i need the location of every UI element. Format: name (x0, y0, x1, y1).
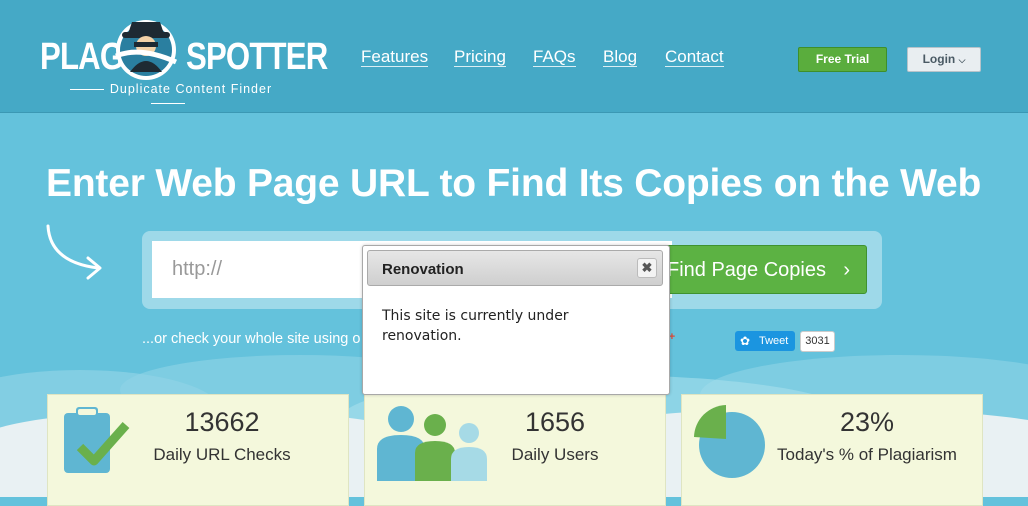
find-button-label: Find Page Copies (667, 259, 826, 281)
tweet-label: Tweet (759, 335, 789, 347)
check-whole-site-text: ...or check your whole site using o (142, 331, 361, 347)
login-button[interactable]: Login ⌵ (907, 47, 981, 72)
pie-chart-icon (694, 405, 765, 478)
stat-card-users: 1656 Daily Users (364, 394, 666, 506)
dialog-title: Renovation (382, 261, 464, 278)
clipboard-check-icon (64, 407, 130, 473)
stat-card-url-checks: 13662 Daily URL Checks (47, 394, 349, 506)
free-trial-button[interactable]: Free Trial (798, 47, 887, 72)
logo-tagline: Duplicate Content Finder (44, 82, 292, 110)
hero-title: Enter Web Page URL to Find Its Copies on… (46, 162, 982, 205)
spy-logo-icon (115, 20, 178, 80)
curved-arrow-icon (46, 224, 102, 280)
chevron-right-icon: › (843, 259, 850, 281)
tagline-rule-left (69, 89, 104, 91)
stat-value: 13662 (184, 407, 260, 437)
dialog-titlebar[interactable]: Renovation ✖ (367, 250, 663, 286)
stat-label: Daily Users (511, 445, 599, 464)
stat-value: 23% (839, 407, 895, 437)
nav-faqs[interactable]: FAQs (533, 48, 576, 67)
tweet-button[interactable]: ✿ Tweet (735, 331, 795, 351)
renovation-dialog: Renovation ✖ This site is currently unde… (362, 245, 670, 395)
users-icon (377, 406, 487, 481)
tweet-count: 3031 (800, 331, 835, 352)
stat-value: 1656 (524, 407, 586, 437)
dialog-message: This site is currently under renovation. (382, 308, 569, 344)
tagline-rule-right (151, 103, 185, 105)
nav-features[interactable]: Features (361, 48, 429, 67)
nav-contact[interactable]: Contact (665, 48, 724, 67)
find-page-copies-button[interactable]: Find Page Copies › (662, 245, 867, 294)
close-icon[interactable]: ✖ (637, 258, 657, 278)
nav-pricing[interactable]: Pricing (454, 48, 506, 67)
site-header: PLAG SPOTTER Duplicate Content Finder Fe… (0, 0, 1028, 113)
login-label: Login (922, 52, 956, 66)
stat-card-plagiarism: 23% Today's % of Plagiarism (681, 394, 983, 506)
chevron-down-icon: ⌵ (958, 55, 966, 65)
plagspotter-logo[interactable]: PLAG SPOTTER Duplicate Content Finder (40, 10, 328, 105)
twitter-bird-icon: ✿ (740, 334, 751, 348)
nav-blog[interactable]: Blog (603, 48, 638, 67)
stat-label: Daily URL Checks (153, 445, 291, 464)
logo-text-right: SPOTTER (186, 36, 328, 78)
tagline-text: Duplicate Content Finder (109, 82, 273, 96)
stat-label: Today's % of Plagiarism (777, 445, 957, 464)
